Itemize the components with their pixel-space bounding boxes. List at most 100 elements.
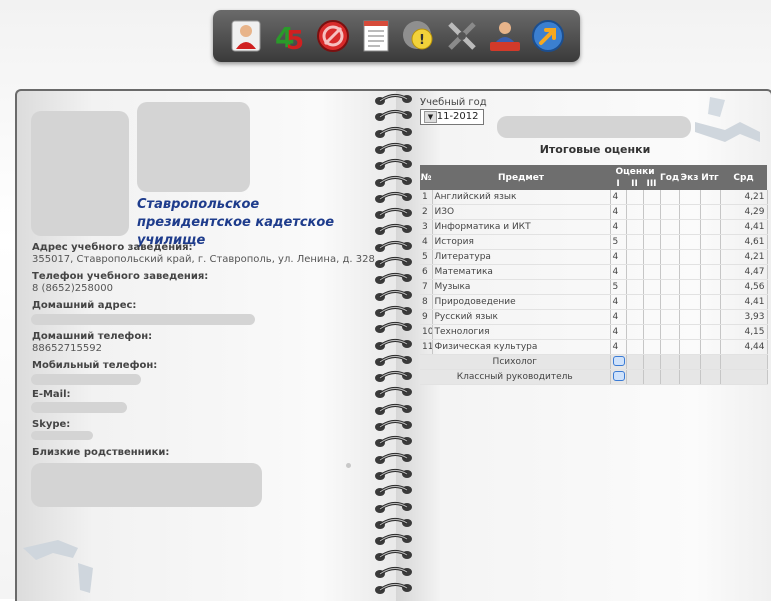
col-subject-header: Предмет — [432, 165, 610, 190]
comment-cell[interactable] — [610, 369, 627, 385]
empty-cell — [720, 369, 768, 385]
row-subject: Литература — [432, 249, 611, 265]
row-exam — [679, 324, 701, 340]
row-mark-term2 — [626, 234, 644, 250]
spiral-ring — [372, 174, 416, 188]
row-mark-term3 — [643, 219, 661, 235]
row-final — [700, 234, 721, 250]
spiral-ring — [372, 500, 416, 514]
row-num: 7 — [420, 279, 433, 295]
row-mark-term3 — [643, 190, 661, 205]
spiral-ring — [372, 206, 416, 220]
row-num: 3 — [420, 219, 433, 235]
row-subject: Музыка — [432, 279, 611, 295]
row-label: Психолог — [420, 354, 611, 370]
svg-text:5: 5 — [286, 26, 304, 55]
spiral-ring — [372, 320, 416, 334]
tools-icon[interactable] — [443, 17, 481, 55]
row-mark-term1: 4 — [610, 294, 627, 310]
row-average: 4,21 — [720, 190, 768, 205]
corner-decoration — [695, 97, 760, 142]
empty-cell — [720, 354, 768, 370]
chevron-down-icon[interactable]: ▼ — [424, 111, 437, 123]
row-year — [660, 339, 680, 355]
row-average: 4,41 — [720, 219, 768, 235]
emblem-placeholder — [137, 102, 250, 192]
col-term2-header: II — [626, 178, 643, 190]
spiral-ring — [372, 565, 416, 579]
row-exam — [679, 249, 701, 265]
spiral-ring — [372, 451, 416, 465]
comment-bubble-icon[interactable] — [612, 355, 625, 366]
spiral-ring — [372, 516, 416, 530]
notes-icon[interactable] — [357, 17, 395, 55]
arrow-icon[interactable] — [529, 17, 567, 55]
row-mark-term1: 4 — [610, 219, 627, 235]
spiral-ring — [372, 434, 416, 448]
row-final — [700, 219, 721, 235]
row-final — [700, 309, 721, 325]
row-mark-term3 — [643, 264, 661, 280]
empty-cell — [643, 354, 661, 370]
row-mark-term2 — [626, 190, 644, 205]
dot-marker — [346, 463, 351, 468]
row-mark-term2 — [626, 279, 644, 295]
info-icon[interactable]: ! — [400, 17, 438, 55]
table-row: 5 Литература 4 4,21 — [420, 249, 768, 265]
spiral-ring — [372, 418, 416, 432]
empty-cell — [679, 369, 701, 385]
grades-table: № Предмет Оценки Год Экз Итг Срд I II II… — [420, 165, 768, 385]
row-num: 10 — [420, 324, 433, 340]
year-label: Учебный год — [420, 97, 487, 108]
row-subject: Природоведение — [432, 294, 611, 310]
row-average: 4,29 — [720, 204, 768, 220]
spiral-ring — [372, 467, 416, 481]
no-entry-icon[interactable] — [314, 17, 352, 55]
spiral-binding — [372, 92, 416, 599]
comment-cell[interactable] — [610, 354, 627, 370]
col-term1-header: I — [610, 178, 626, 190]
row-subject: История — [432, 234, 611, 250]
row-exam — [679, 190, 701, 205]
relatives-placeholder — [31, 463, 262, 507]
person-icon[interactable] — [227, 17, 265, 55]
row-mark-term3 — [643, 249, 661, 265]
grade-five-icon[interactable]: 45 — [271, 17, 309, 55]
table-row: 4 История 5 4,61 — [420, 234, 768, 250]
row-average: 4,44 — [720, 339, 768, 355]
col-average-header: Срд — [720, 165, 768, 190]
row-year — [660, 309, 680, 325]
school-phone-value: 8 (8652)258000 — [32, 283, 113, 294]
student-name-placeholder — [497, 116, 691, 138]
corner-decoration — [23, 540, 93, 593]
row-year — [660, 219, 680, 235]
row-average: 4,21 — [720, 249, 768, 265]
empty-cell — [700, 354, 721, 370]
empty-cell — [700, 369, 721, 385]
col-exam-header: Экз — [679, 165, 701, 190]
row-subject: ИЗО — [432, 204, 611, 220]
empty-cell — [643, 369, 661, 385]
table-row: 2 ИЗО 4 4,29 — [420, 204, 768, 220]
address-value: 355017, Ставропольский край, г. Ставропо… — [32, 254, 375, 265]
row-mark-term1: 4 — [610, 204, 627, 220]
row-exam — [679, 204, 701, 220]
table-header-row: № Предмет Оценки Год Экз Итг Срд — [420, 165, 768, 190]
row-num: 11 — [420, 339, 433, 355]
teacher-icon[interactable] — [486, 17, 524, 55]
comment-bubble-icon[interactable] — [612, 370, 625, 381]
grades-body: 1 Английский язык 4 4,21 2 ИЗО 4 4,29 3 Информати… — [420, 190, 768, 385]
row-average: 4,47 — [720, 264, 768, 280]
spiral-ring — [372, 255, 416, 269]
table-row: 8 Природоведение 4 4,41 — [420, 294, 768, 310]
main-toolbar: 45 ! — [213, 10, 580, 62]
table-row: 6 Математика 4 4,47 — [420, 264, 768, 280]
spiral-ring — [372, 288, 416, 302]
year-select[interactable]: 2011-2012 ▼ — [420, 109, 484, 125]
row-num: 2 — [420, 204, 433, 220]
row-final — [700, 264, 721, 280]
spiral-ring — [372, 402, 416, 416]
spiral-ring — [372, 157, 416, 171]
spiral-ring — [372, 92, 416, 106]
row-mark-term3 — [643, 309, 661, 325]
